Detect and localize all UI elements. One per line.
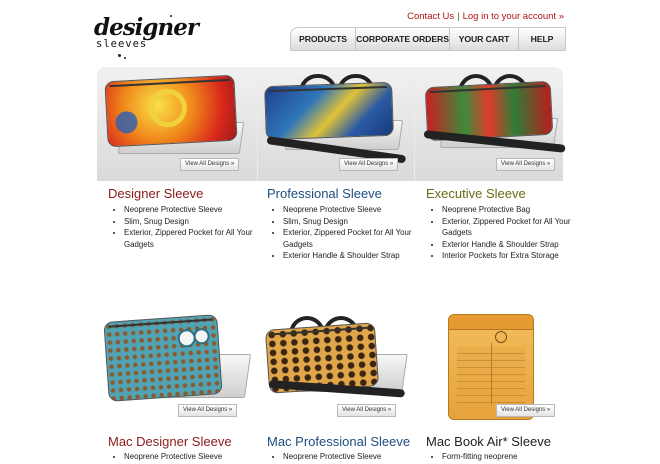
feature-list: Neoprene Protective Sleeve Slim, Snug De… xyxy=(110,204,264,250)
feature-list: Neoprene Protective Sleeve xyxy=(110,451,264,463)
nav-products[interactable]: PRODUCTS xyxy=(291,28,355,50)
peace-icon xyxy=(147,88,188,129)
panel-divider xyxy=(414,67,415,181)
view-all-designs-button[interactable]: View All Designs » xyxy=(337,404,397,417)
view-all-designs-button[interactable]: View All Designs » xyxy=(496,404,556,417)
feature-list: Neoprene Protective Sleeve xyxy=(269,451,423,463)
feature-item: Exterior Handle & Shoulder Strap xyxy=(442,239,580,251)
feature-list: Form-fitting neoprene xyxy=(428,451,580,463)
contact-us-link[interactable]: Contact Us xyxy=(407,11,454,22)
logo-subtext: sleeves xyxy=(96,38,148,50)
sleeve-shape xyxy=(104,74,238,148)
login-link[interactable]: Log in to your account » xyxy=(463,11,564,22)
feature-item: Neoprene Protective Bag xyxy=(442,204,580,216)
nav-help[interactable]: HELP xyxy=(518,28,565,50)
logo-splatter xyxy=(170,15,172,17)
feature-item: Interior Pockets for Extra Storage xyxy=(442,250,580,262)
feature-item: Slim, Snug Design xyxy=(124,216,264,228)
logo-text: designer xyxy=(94,14,199,41)
feature-item: Exterior, Zippered Pocket for All Your G… xyxy=(442,216,580,239)
view-all-designs-button[interactable]: View All Designs » xyxy=(496,158,556,171)
sleeve-shape xyxy=(103,314,223,402)
view-all-designs-button[interactable]: View All Designs » xyxy=(180,158,240,171)
account-links: Contact Us | Log in to your account » xyxy=(407,11,564,22)
product-title[interactable]: Mac Professional Sleeve xyxy=(267,434,410,449)
logo[interactable]: designer sleeves xyxy=(88,10,199,59)
feature-item: Neoprene Protective Sleeve xyxy=(283,204,423,216)
logo-splatter xyxy=(118,54,121,57)
feature-item: Slim, Snug Design xyxy=(283,216,423,228)
panel-divider xyxy=(257,67,258,181)
product-title[interactable]: Designer Sleeve xyxy=(108,186,203,201)
product-title[interactable]: Mac Designer Sleeve xyxy=(108,434,232,449)
feature-item: Neoprene Protective Sleeve xyxy=(124,204,264,216)
feature-item: Exterior, Zippered Pocket for All Your G… xyxy=(124,227,264,250)
feature-item: Exterior Handle & Shoulder Strap xyxy=(283,250,423,262)
product-title[interactable]: Executive Sleeve xyxy=(426,186,526,201)
nav-corporate-orders[interactable]: CORPORATE ORDERS xyxy=(355,28,449,50)
link-separator: | xyxy=(457,11,460,22)
nav-your-cart[interactable]: YOUR CART xyxy=(449,28,518,50)
product-title[interactable]: Mac Book Air* Sleeve xyxy=(426,434,551,449)
logo-splatter xyxy=(124,57,126,59)
main-nav: PRODUCTS CORPORATE ORDERS YOUR CART HELP xyxy=(290,27,566,51)
sleeve-shape xyxy=(264,81,394,141)
feature-list: Neoprene Protective Bag Exterior, Zipper… xyxy=(428,204,580,262)
feature-item: Exterior, Zippered Pocket for All Your G… xyxy=(283,227,423,250)
feature-item: Neoprene Protective Sleeve xyxy=(124,451,264,463)
view-all-designs-button[interactable]: View All Designs » xyxy=(178,404,238,417)
feature-list: Neoprene Protective Sleeve Slim, Snug De… xyxy=(269,204,423,262)
product-title[interactable]: Professional Sleeve xyxy=(267,186,382,201)
feature-item: Neoprene Protective Sleeve xyxy=(283,451,423,463)
feature-item: Form-fitting neoprene xyxy=(442,451,580,463)
view-all-designs-button[interactable]: View All Designs » xyxy=(339,158,399,171)
